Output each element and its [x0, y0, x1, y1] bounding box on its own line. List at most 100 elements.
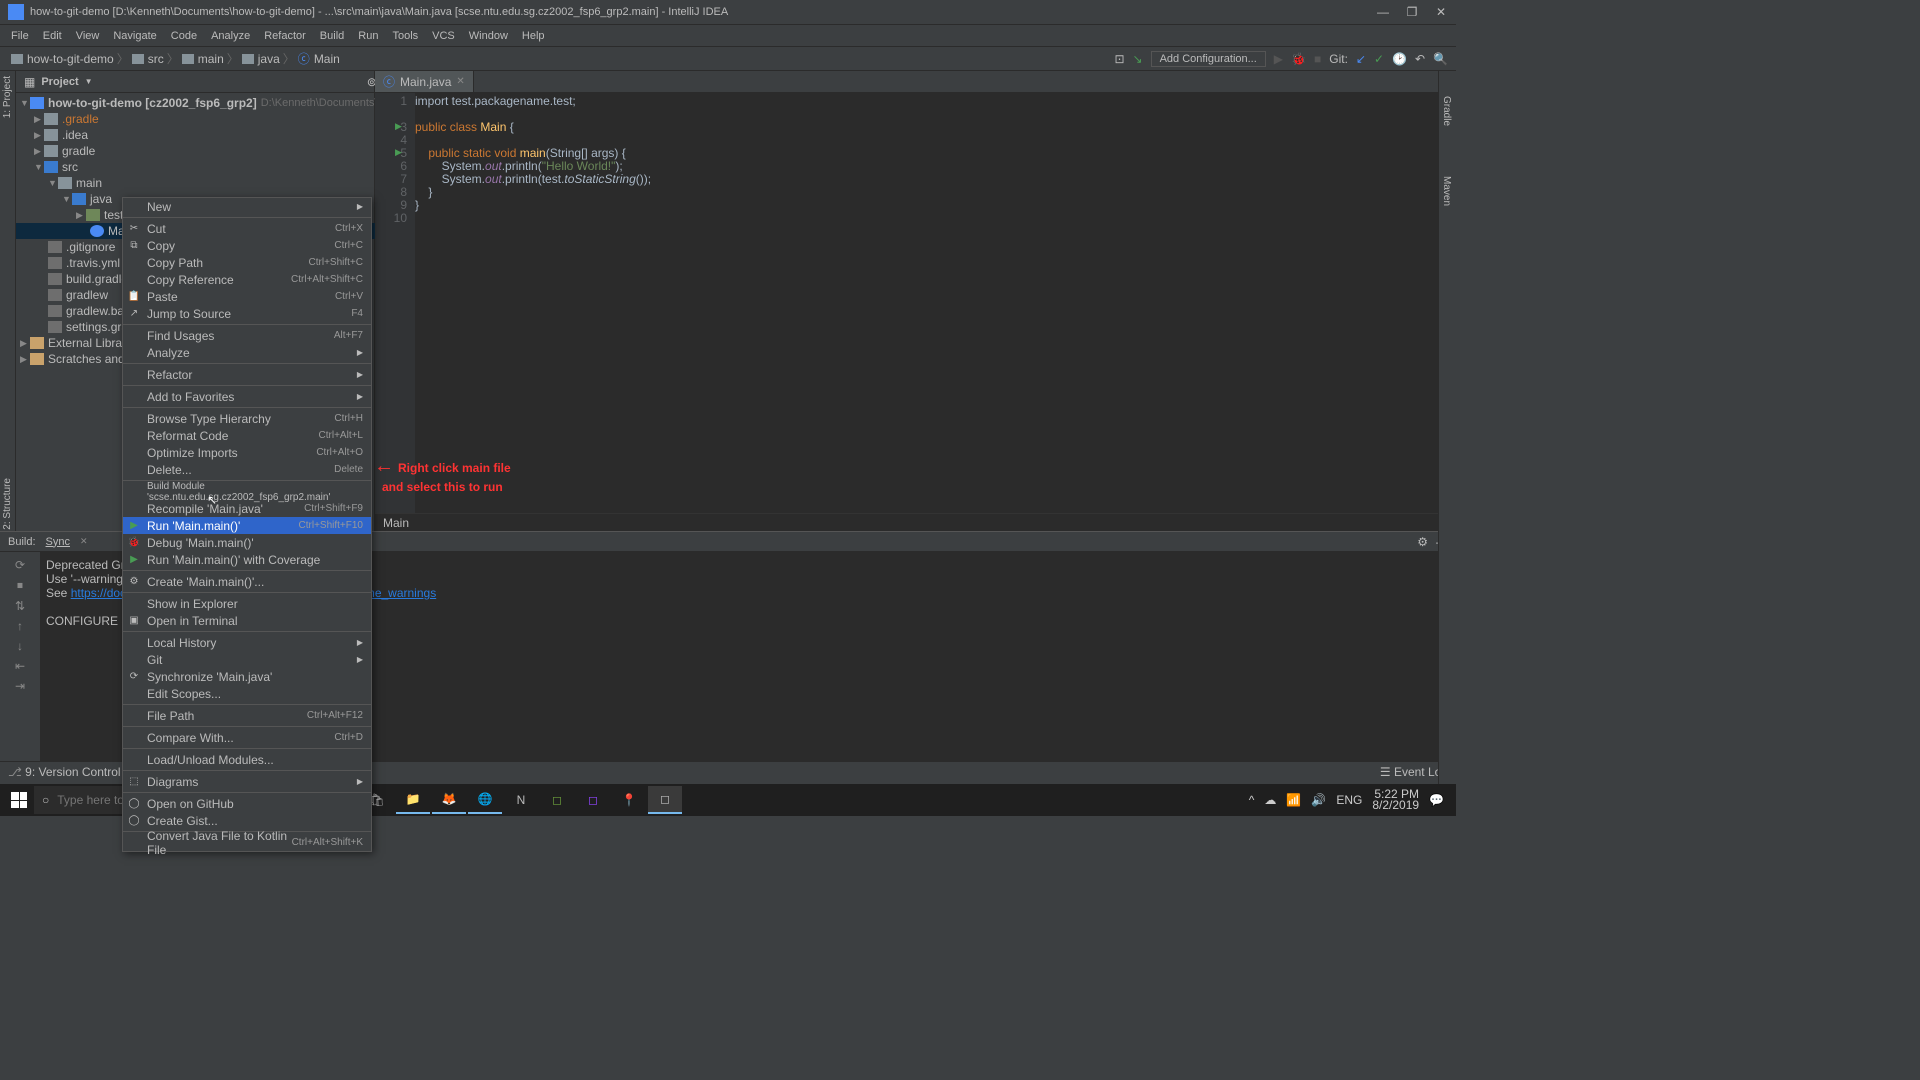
cm-copy[interactable]: ⧉CopyCtrl+C	[123, 237, 371, 254]
language-indicator[interactable]: ENG	[1336, 793, 1362, 807]
twitch-icon[interactable]: ◻	[576, 786, 610, 814]
cm-copy-path[interactable]: Copy PathCtrl+Shift+C	[123, 254, 371, 271]
cm-paste[interactable]: 📋PasteCtrl+V	[123, 288, 371, 305]
cm-new[interactable]: New▶	[123, 198, 371, 215]
maven-tool-tab[interactable]: Maven	[1439, 171, 1454, 211]
cm-diagrams[interactable]: ⬚Diagrams▶	[123, 773, 371, 790]
stop-button[interactable]: ■	[1314, 52, 1321, 66]
cm-load-unload-modules[interactable]: Load/Unload Modules...	[123, 751, 371, 768]
menu-navigate[interactable]: Navigate	[107, 28, 162, 44]
cm-recompile[interactable]: Recompile 'Main.java'Ctrl+Shift+F9	[123, 500, 371, 517]
cm-run-main[interactable]: ▶Run 'Main.main()'Ctrl+Shift+F10	[123, 517, 371, 534]
cm-edit-scopes[interactable]: Edit Scopes...	[123, 685, 371, 702]
menu-help[interactable]: Help	[516, 28, 551, 44]
close-button[interactable]: ✕	[1434, 5, 1448, 19]
cm-local-history[interactable]: Local History▶	[123, 634, 371, 651]
stop-icon[interactable]: ⏹	[17, 578, 23, 593]
cm-jump-to-source[interactable]: ↗Jump to SourceF4	[123, 305, 371, 322]
crumb-project[interactable]: how-to-git-demo	[8, 52, 117, 66]
crumb-src[interactable]: src	[129, 52, 167, 66]
cm-browse-type-hierarchy[interactable]: Browse Type HierarchyCtrl+H	[123, 410, 371, 427]
cm-open-on-github[interactable]: ◯Open on GitHub	[123, 795, 371, 812]
debug-button[interactable]: 🐞	[1291, 52, 1306, 66]
build-icon[interactable]: ↘	[1133, 52, 1143, 66]
editor-content[interactable]: 1 345678910 ▶ ▶ import test.packagename.…	[375, 93, 1456, 513]
notifications-icon[interactable]: 💬	[1429, 793, 1444, 807]
editor-breadcrumb[interactable]: Main	[375, 513, 1456, 531]
cm-refactor[interactable]: Refactor▶	[123, 366, 371, 383]
crumb-file[interactable]: ⓒMain	[295, 50, 343, 67]
menu-vcs[interactable]: VCS	[426, 28, 461, 44]
cm-debug-main[interactable]: 🐞Debug 'Main.main()'	[123, 534, 371, 551]
cm-open-in-terminal[interactable]: ▣Open in Terminal	[123, 612, 371, 629]
menu-code[interactable]: Code	[165, 28, 203, 44]
cm-synchronize[interactable]: ⟳Synchronize 'Main.java'	[123, 668, 371, 685]
onedrive-icon[interactable]: ☁	[1264, 793, 1276, 807]
project-tool-tab[interactable]: 1: Project	[0, 71, 15, 123]
cm-analyze[interactable]: Analyze▶	[123, 344, 371, 361]
sync-tab[interactable]: Sync	[46, 536, 70, 548]
editor-tab-main[interactable]: ⓒ Main.java ✕	[375, 71, 474, 92]
start-button[interactable]	[4, 786, 34, 814]
code-area[interactable]: import test.packagename.test; public cla…	[415, 93, 1456, 513]
cm-reformat-code[interactable]: Reformat CodeCtrl+Alt+L	[123, 427, 371, 444]
prev-icon[interactable]: ⇤	[15, 659, 25, 673]
git-update-button[interactable]: ↙	[1356, 52, 1366, 66]
location-icon[interactable]: 📍	[612, 786, 646, 814]
build-tab[interactable]: Build:	[8, 536, 36, 548]
explorer-icon[interactable]: 📁	[396, 786, 430, 814]
gradle-tool-tab[interactable]: Gradle	[1439, 91, 1454, 131]
docs-link[interactable]: https://doc	[71, 586, 126, 600]
cm-convert-to-kotlin[interactable]: Convert Java File to Kotlin FileCtrl+Alt…	[123, 834, 371, 851]
run-button[interactable]: ▶	[1274, 52, 1283, 66]
run-gutter-icon[interactable]: ▶	[395, 121, 402, 132]
cm-file-path[interactable]: File PathCtrl+Alt+F12	[123, 707, 371, 724]
project-title[interactable]: Project	[41, 76, 78, 88]
cm-delete[interactable]: Delete...Delete	[123, 461, 371, 478]
minimize-button[interactable]: —	[1376, 5, 1390, 19]
up-icon[interactable]: ↑	[17, 619, 23, 633]
cm-show-in-explorer[interactable]: Show in Explorer	[123, 595, 371, 612]
refresh-icon[interactable]: ⟳	[15, 558, 25, 572]
cm-create-config[interactable]: ⚙Create 'Main.main()'...	[123, 573, 371, 590]
tray-chevron-icon[interactable]: ^	[1249, 793, 1255, 807]
git-history-button[interactable]: 🕑	[1392, 52, 1407, 66]
next-icon[interactable]: ⇥	[15, 679, 25, 693]
settings-icon[interactable]: ⚙	[1417, 535, 1428, 549]
cm-run-coverage[interactable]: ▶Run 'Main.main()' with Coverage	[123, 551, 371, 568]
chrome-icon[interactable]: 🌐	[468, 786, 502, 814]
wifi-icon[interactable]: 📶	[1286, 793, 1301, 807]
menu-file[interactable]: File	[5, 28, 35, 44]
version-control-tab[interactable]: ⎇ 9: Version Control	[8, 765, 121, 779]
git-revert-button[interactable]: ↶	[1415, 52, 1425, 66]
run-gutter-icon[interactable]: ▶	[395, 147, 402, 158]
crumb-java[interactable]: java	[239, 52, 283, 66]
cm-copy-reference[interactable]: Copy ReferenceCtrl+Alt+Shift+C	[123, 271, 371, 288]
cm-create-gist[interactable]: ◯Create Gist...	[123, 812, 371, 829]
cm-find-usages[interactable]: Find UsagesAlt+F7	[123, 327, 371, 344]
cm-optimize-imports[interactable]: Optimize ImportsCtrl+Alt+O	[123, 444, 371, 461]
add-configuration-button[interactable]: Add Configuration...	[1151, 51, 1266, 67]
volume-icon[interactable]: 🔊	[1311, 793, 1326, 807]
notion-icon[interactable]: N	[504, 786, 538, 814]
cm-compare-with[interactable]: Compare With...Ctrl+D	[123, 729, 371, 746]
menu-run[interactable]: Run	[352, 28, 384, 44]
minecraft-icon[interactable]: ◻	[540, 786, 574, 814]
menu-build[interactable]: Build	[314, 28, 350, 44]
menu-window[interactable]: Window	[463, 28, 514, 44]
close-tab-icon[interactable]: ✕	[80, 536, 88, 547]
project-dropdown-icon[interactable]: ▦	[24, 75, 35, 89]
target-icon[interactable]: ⊡	[1114, 52, 1124, 66]
menu-refactor[interactable]: Refactor	[258, 28, 312, 44]
search-button[interactable]: 🔍	[1433, 52, 1448, 66]
menu-tools[interactable]: Tools	[386, 28, 424, 44]
structure-tool-tab[interactable]: 2: Structure	[0, 473, 15, 535]
menu-analyze[interactable]: Analyze	[205, 28, 256, 44]
intellij-icon[interactable]: ◻	[648, 786, 682, 814]
cm-git[interactable]: Git▶	[123, 651, 371, 668]
filter-icon[interactable]: ⇅	[15, 599, 25, 613]
close-tab-icon[interactable]: ✕	[456, 76, 464, 87]
firefox-icon[interactable]: 🦊	[432, 786, 466, 814]
dropdown-arrow-icon[interactable]: ▼	[85, 77, 93, 86]
maximize-button[interactable]: ❐	[1405, 5, 1419, 19]
